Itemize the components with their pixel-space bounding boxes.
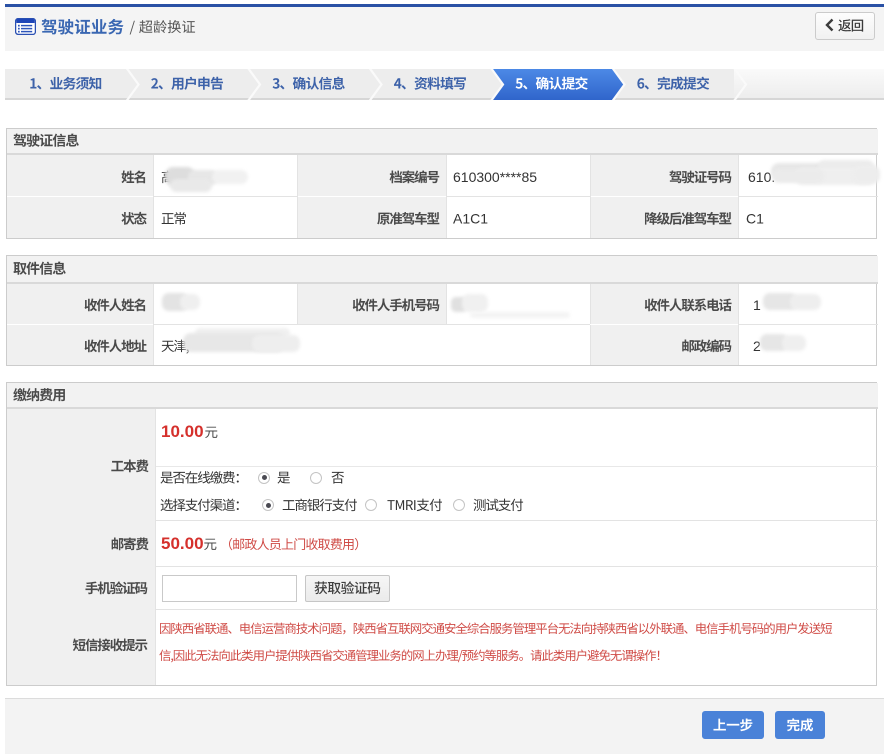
svg-text:610300****85: 610300****85 bbox=[453, 169, 537, 185]
svg-text:50.00: 50.00 bbox=[161, 534, 204, 553]
svg-text:10.00: 10.00 bbox=[161, 422, 204, 441]
svg-text:A1C1: A1C1 bbox=[453, 211, 488, 227]
svg-text:1: 1 bbox=[753, 297, 761, 313]
svg-text:C1: C1 bbox=[746, 211, 764, 227]
